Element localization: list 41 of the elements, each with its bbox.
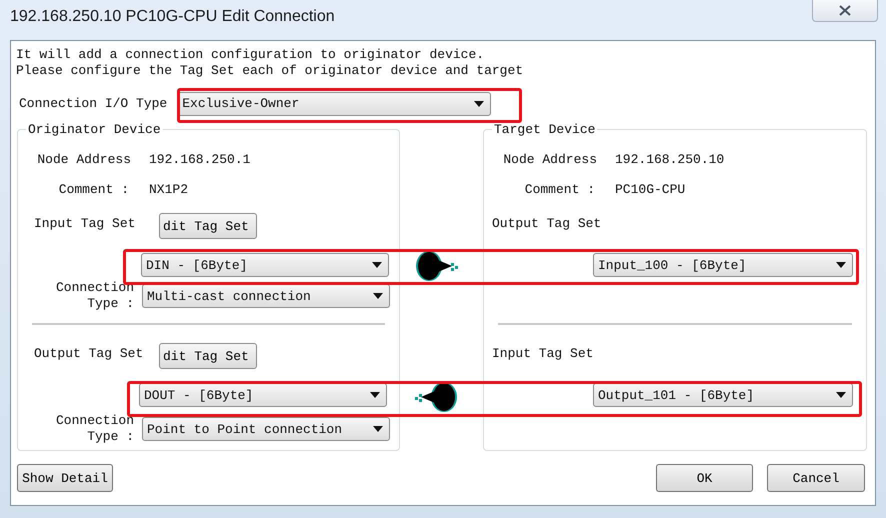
field-value: 192.168.250.10 <box>615 152 724 166</box>
close-button[interactable] <box>812 0 878 22</box>
field-label: Comment : <box>58 182 129 196</box>
caret-icon <box>836 392 846 398</box>
close-icon <box>839 5 851 16</box>
field-label: Output Tag Set <box>492 216 602 230</box>
field-label: Connection Type : <box>54 413 134 445</box>
field-label: Input Tag Set <box>34 216 136 230</box>
field-label: Comment : <box>524 182 595 196</box>
caret-icon <box>373 426 383 432</box>
description-text: It will add a connection configuration to originator device. <box>16 47 486 63</box>
field-value: 192.168.250.1 <box>149 152 250 166</box>
edit-tag-set-button[interactable]: dit Tag Set <box>159 343 257 369</box>
field-label: Node Address <box>502 152 597 166</box>
group-title: Originator Device <box>27 122 162 137</box>
dropdown[interactable]: DIN - [6Byte] <box>141 253 389 277</box>
ok-button[interactable]: OK <box>656 464 753 492</box>
caret-icon <box>373 293 383 299</box>
edit-tag-set-button[interactable]: dit Tag Set <box>159 213 257 239</box>
caret-icon <box>372 262 382 268</box>
caret-icon <box>836 262 846 268</box>
field-label: Connection Type : <box>54 280 134 312</box>
group-title: Target Device <box>493 122 596 137</box>
dropdown[interactable]: Point to Point connection <box>142 417 390 441</box>
field-label: Node Address <box>36 152 131 166</box>
caret-icon <box>474 100 484 106</box>
dropdown[interactable]: DOUT - [6Byte] <box>139 383 387 407</box>
description-text: Please configure the Tag Set each of originator device and target <box>16 63 524 79</box>
caret-icon <box>370 392 380 398</box>
field-label: Output Tag Set <box>34 346 144 360</box>
dropdown[interactable]: Output_101 - [6Byte] <box>593 383 853 407</box>
dropdown[interactable]: Input_100 - [6Byte] <box>593 253 853 277</box>
field-label: Connection I/O Type <box>19 96 168 111</box>
field-value: NX1P2 <box>149 182 188 196</box>
show-detail-button[interactable]: Show Detail <box>17 464 113 492</box>
field-label: Input Tag Set <box>492 346 594 360</box>
dropdown[interactable]: Multi-cast connection <box>142 284 390 308</box>
cancel-button[interactable]: Cancel <box>767 464 865 492</box>
field-value: PC10G-CPU <box>615 182 686 196</box>
dropdown[interactable]: Exclusive-Owner <box>177 92 492 116</box>
window-title: 192.168.250.10 PC10G-CPU Edit Connection <box>10 8 335 26</box>
